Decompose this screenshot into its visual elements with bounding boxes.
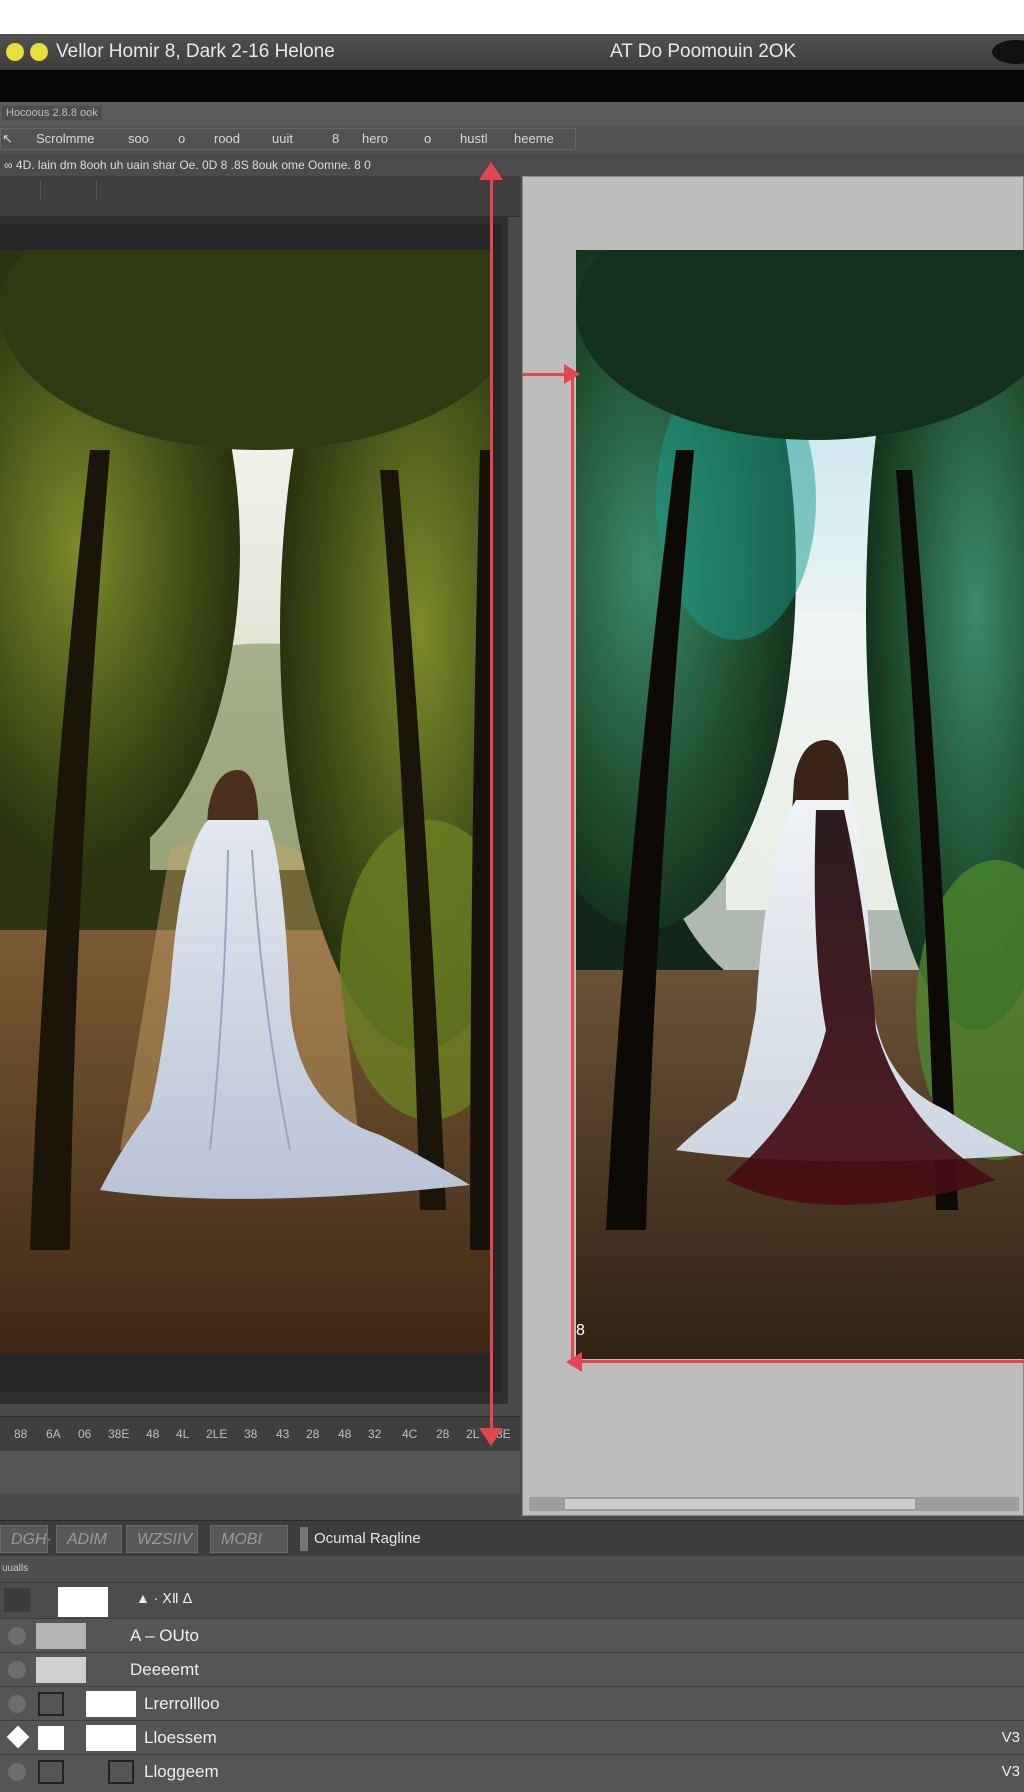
layer-mask-box[interactable]	[38, 1760, 64, 1784]
layer-row[interactable]: A – OUto	[0, 1618, 1024, 1653]
layer-name[interactable]: Lloessem	[144, 1728, 217, 1748]
breadcrumb[interactable]: Hocoous 2.8.8 ook	[2, 106, 102, 120]
guide-top-marker[interactable]	[522, 373, 568, 376]
layer-name[interactable]: Lloggeem	[144, 1762, 219, 1782]
ruler-tick: 6A	[46, 1427, 61, 1441]
layer-thumbnail	[86, 1691, 136, 1717]
edited-photo[interactable]	[576, 250, 1024, 1359]
title-bar: Vellor Homir 8, Dark 2-16 Helone AT Do P…	[0, 34, 1024, 70]
window-title: Vellor Homir 8, Dark 2-16 Helone	[56, 41, 335, 62]
guide-arrow-down-icon	[479, 1428, 503, 1446]
scrollbar-thumb[interactable]	[565, 1499, 915, 1509]
layer-visibility-toggle[interactable]	[4, 1588, 30, 1612]
workspace: 88 6A 06 38E 48 4L 2LE 38 43 28 48 32 4C…	[0, 162, 1024, 1520]
guide-vertical[interactable]	[490, 168, 493, 1430]
guide-arrow-up-icon	[479, 162, 503, 180]
layer-name[interactable]: Lrerrollloo	[144, 1694, 220, 1714]
horizontal-scrollbar[interactable]	[529, 1497, 1019, 1511]
toolbar-item-9[interactable]: hustl	[460, 131, 487, 146]
ruler-tick: 06	[78, 1427, 92, 1441]
panel-tab-1[interactable]: DGH·	[0, 1525, 52, 1553]
layers-header-label: uualls	[2, 1563, 29, 1574]
eye-icon[interactable]	[8, 1661, 26, 1679]
document-tab-1[interactable]	[0, 180, 41, 200]
document-tab-2[interactable]	[40, 180, 97, 200]
guide-edit-horizontal[interactable]	[574, 1360, 1024, 1363]
layer-thumbnail	[86, 1725, 136, 1751]
toolbar-item-1[interactable]: Scrolmme	[36, 131, 95, 146]
layer-row[interactable]: Deeeemt	[0, 1652, 1024, 1687]
eye-icon[interactable]	[8, 1695, 26, 1713]
edited-photo-svg	[576, 250, 1024, 1359]
menu-bar	[0, 70, 1024, 102]
toolbar-item-10[interactable]: heeme	[514, 131, 554, 146]
options-text: ∞ 4D. lain dm 8ooh uh uain shar Oe. 0D 8…	[4, 158, 371, 172]
panel-tab-4[interactable]: MOBI	[210, 1525, 288, 1553]
breadcrumb-bar: Hocoous 2.8.8 ook	[0, 102, 1024, 126]
document-tab-bar	[0, 176, 520, 217]
guide-edit-vertical[interactable]	[571, 376, 574, 1366]
ruler-tick: 32	[368, 1427, 382, 1441]
layer-name[interactable]: Deeeemt	[130, 1660, 199, 1680]
layer-mask-box[interactable]	[38, 1726, 64, 1750]
toolbar-item-6[interactable]: 8	[332, 131, 339, 146]
ruler-tick: 38E	[108, 1427, 130, 1441]
options-bar: ∞ 4D. lain dm 8ooh uh uain shar Oe. 0D 8…	[0, 154, 1024, 176]
window-zoom-button[interactable]	[30, 43, 48, 61]
layer-row[interactable]: Lloessem V3	[0, 1720, 1024, 1755]
status-strip	[0, 1450, 520, 1493]
tab-separator	[300, 1527, 308, 1551]
toolbar-item-8[interactable]: o	[424, 131, 431, 146]
layer-thumbnail	[58, 1587, 108, 1617]
pointer-icon[interactable]: ↖	[2, 131, 13, 147]
ruler-tick: 48	[338, 1427, 352, 1441]
layer-name[interactable]: ▲ · ⅩⅡ ᐃ	[136, 1590, 192, 1607]
ruler-tick: 88	[14, 1427, 28, 1441]
window-minimize-button[interactable]	[6, 43, 24, 61]
layers-panel: uualls ▲ · ⅩⅡ ᐃ A – OUto Deeeemt Lrerrol…	[0, 1556, 1024, 1792]
guide-arrow-left-icon	[566, 1352, 582, 1372]
layer-suffix: V3	[1001, 1763, 1020, 1780]
layer-suffix: V3	[1001, 1729, 1020, 1746]
layer-row[interactable]: Lrerrollloo	[0, 1686, 1024, 1721]
diamond-icon[interactable]	[6, 1725, 30, 1749]
panel-tab-bar: DGH· ADIM WZSIIV MOBI Ocumal Ragline	[0, 1520, 1024, 1557]
layer-name[interactable]: A – OUto	[130, 1626, 199, 1646]
panel-tab-3[interactable]: WZSIIV	[126, 1525, 198, 1553]
horizontal-ruler: 88 6A 06 38E 48 4L 2LE 38 43 28 48 32 4C…	[0, 1416, 520, 1451]
ruler-tick: 4C	[402, 1427, 418, 1441]
toolbar-item-7[interactable]: hero	[362, 131, 388, 146]
ruler-tick: 43	[276, 1427, 290, 1441]
layer-row[interactable]: ▲ · ⅩⅡ ᐃ	[0, 1582, 1024, 1619]
original-photo[interactable]	[0, 250, 490, 1353]
ruler-tick: 28	[436, 1427, 450, 1441]
eye-icon[interactable]	[8, 1763, 26, 1781]
ruler-tick: 2LE	[206, 1427, 228, 1441]
toolbar-item-3[interactable]: o	[178, 131, 185, 146]
edit-marker: 8	[576, 1322, 585, 1339]
toolbar-item-4[interactable]: rood	[214, 131, 240, 146]
layer-thumbnail	[36, 1623, 86, 1649]
eye-icon[interactable]	[8, 1627, 26, 1645]
panel-tab-2[interactable]: ADIM	[56, 1525, 122, 1553]
layer-thumbnail	[36, 1657, 86, 1683]
layers-header: uualls	[0, 1556, 1024, 1582]
layer-mask-box[interactable]	[38, 1692, 64, 1716]
toolbar-item-2[interactable]: soo	[128, 131, 149, 146]
original-photo-svg	[0, 250, 490, 1353]
ruler-tick: 4L	[176, 1427, 190, 1441]
layer-row[interactable]: Lloggeem V3	[0, 1754, 1024, 1789]
app-window: Vellor Homir 8, Dark 2-16 Helone AT Do P…	[0, 0, 1024, 1792]
layer-mask-box[interactable]	[108, 1760, 134, 1784]
ruler-tick: 28	[306, 1427, 320, 1441]
document-title: AT Do Poomouin 2OK	[610, 41, 797, 62]
active-panel-label[interactable]: Ocumal Ragline	[314, 1530, 421, 1547]
toolbar-item-5[interactable]: uuit	[272, 131, 293, 146]
ruler-tick: 2L	[466, 1427, 480, 1441]
tool-options-bar: ↖ Scrolmme soo o rood uuit 8 hero o hust…	[0, 126, 1024, 154]
ruler-tick: 48	[146, 1427, 160, 1441]
ruler-tick: 38	[244, 1427, 258, 1441]
